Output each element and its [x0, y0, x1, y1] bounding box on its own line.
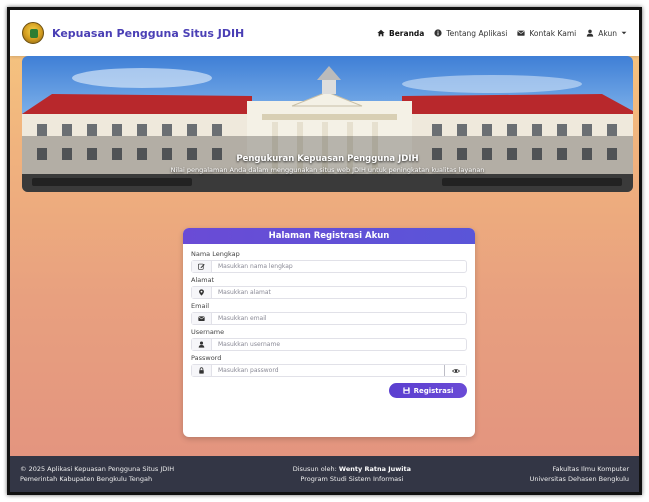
registration-card: Halaman Registrasi Akun Nama Lengkap Ala… [183, 228, 475, 437]
footer-author-prefix: Disusun oleh: [292, 465, 337, 473]
envelope-icon [517, 30, 525, 36]
nav-tentang-label: Tentang Aplikasi [446, 28, 508, 38]
info-icon [434, 29, 442, 37]
toggle-password-button[interactable] [444, 365, 466, 376]
nav-beranda-label: Beranda [389, 28, 425, 38]
password-input[interactable] [212, 365, 444, 376]
nav-akun-label: Akun [598, 28, 617, 38]
nav-akun-dropdown[interactable]: Akun [586, 29, 627, 38]
footer-faculty: Fakultas Ilmu Komputer [552, 465, 629, 473]
footer-right: Fakultas Ilmu Komputer Universitas Dehas… [530, 464, 629, 484]
registration-form: Nama Lengkap Alamat Email [183, 244, 475, 398]
app-window: Kepuasan Pengguna Situs JDIH Beranda Ten… [7, 7, 642, 495]
footer-government: Pemerintah Kabupaten Bengkulu Tengah [20, 475, 153, 483]
envelope-icon [192, 313, 212, 324]
logo-icon [22, 22, 44, 44]
hero-title: Pengukuran Kepuasan Pengguna JDIH [236, 154, 419, 164]
email-group [191, 312, 467, 325]
save-icon [402, 387, 410, 394]
top-navbar: Kepuasan Pengguna Situs JDIH Beranda Ten… [10, 10, 639, 56]
nav-links: Beranda Tentang Aplikasi Kontak Kami Aku… [377, 29, 627, 38]
footer-left: © 2025 Aplikasi Kepuasan Pengguna Situs … [20, 464, 174, 484]
eye-icon [451, 368, 460, 373]
registrasi-label: Registrasi [413, 386, 454, 395]
nama-lengkap-label: Nama Lengkap [191, 250, 240, 258]
caret-down-icon [621, 31, 627, 35]
footer-university: Universitas Dehasen Bengkulu [529, 475, 629, 483]
password-group [191, 364, 467, 377]
username-label: Username [191, 328, 225, 336]
registrasi-button[interactable]: Registrasi [389, 383, 467, 398]
location-pin-icon [192, 287, 212, 298]
username-input[interactable] [212, 339, 466, 350]
alamat-input[interactable] [212, 287, 466, 298]
nav-beranda[interactable]: Beranda [377, 29, 424, 38]
nav-tentang-aplikasi[interactable]: Tentang Aplikasi [434, 29, 507, 38]
card-title: Halaman Registrasi Akun [183, 228, 475, 244]
nav-kontak-kami[interactable]: Kontak Kami [517, 29, 576, 38]
footer-program: Program Studi Sistem Informasi [300, 475, 404, 483]
submit-row: Registrasi [191, 383, 467, 398]
footer-center: Disusun oleh: Wenty Ratna Juwita Program… [293, 464, 411, 484]
nama-lengkap-input[interactable] [212, 261, 466, 272]
home-icon [377, 29, 385, 37]
hero-banner: Pengukuran Kepuasan Pengguna JDIH Nilai … [22, 56, 633, 192]
alamat-group [191, 286, 467, 299]
email-label: Email [191, 302, 210, 310]
footer-copyright: © 2025 Aplikasi Kepuasan Pengguna Situs … [20, 465, 175, 473]
email-input[interactable] [212, 313, 466, 324]
user-icon [192, 339, 212, 350]
username-group [191, 338, 467, 351]
footer-author: Wenty Ratna Juwita [338, 465, 412, 473]
brand-title: Kepuasan Pengguna Situs JDIH [52, 26, 245, 40]
nama-lengkap-group [191, 260, 467, 273]
lock-icon [192, 365, 212, 376]
footer: © 2025 Aplikasi Kepuasan Pengguna Situs … [10, 456, 639, 492]
password-label: Password [191, 354, 222, 362]
hero-subtitle: Nilai pengalaman Anda dalam menggunakan … [170, 166, 485, 174]
user-icon [587, 29, 594, 37]
brand[interactable]: Kepuasan Pengguna Situs JDIH [22, 22, 244, 44]
edit-icon [192, 261, 212, 272]
alamat-label: Alamat [191, 276, 215, 284]
nav-kontak-label: Kontak Kami [529, 28, 577, 38]
